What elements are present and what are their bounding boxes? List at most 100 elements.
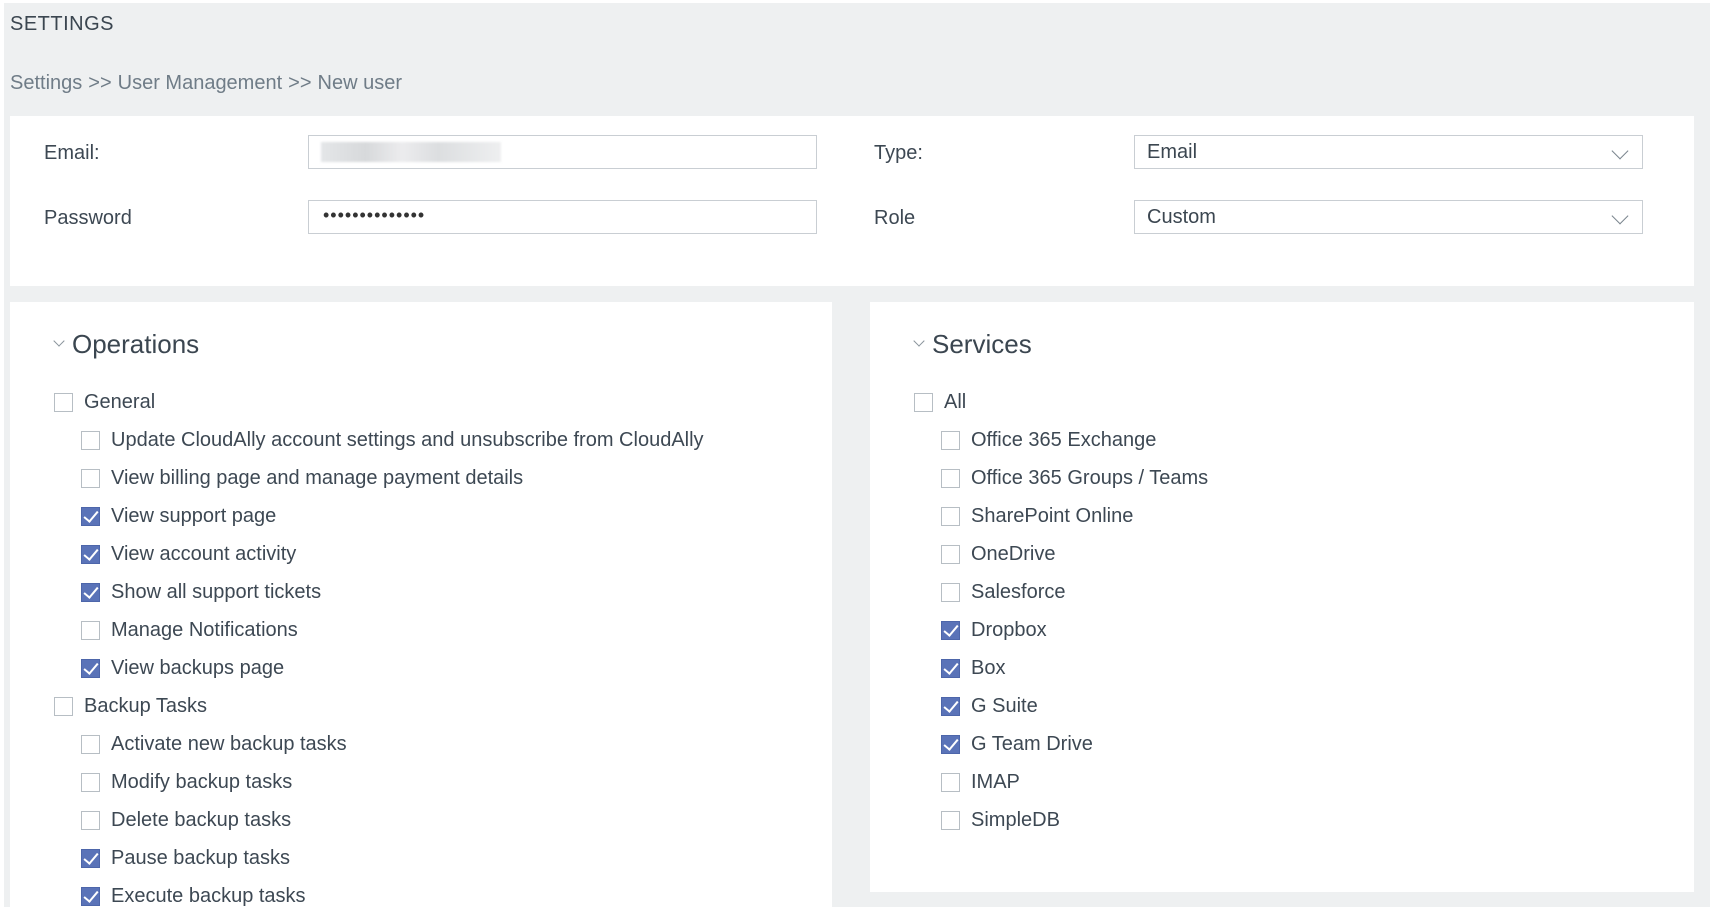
services-title: Services <box>932 329 1032 359</box>
email-label: Email: <box>44 142 100 164</box>
operations-checkbox-row[interactable]: Pause backup tasks <box>81 843 290 873</box>
checkbox[interactable] <box>81 430 100 450</box>
breadcrumb-separator: >> <box>288 72 312 94</box>
type-select[interactable]: Email <box>1134 135 1643 169</box>
checkbox[interactable] <box>941 772 960 792</box>
breadcrumb-user-management[interactable]: User Management <box>118 72 283 94</box>
services-checkbox-row[interactable]: G Suite <box>941 691 1038 721</box>
checkbox-checked[interactable] <box>941 620 960 640</box>
services-panel: Services All Office 365 Exchange Office 36… <box>870 302 1694 892</box>
checkbox[interactable] <box>941 544 960 564</box>
type-label: Type: <box>874 142 923 164</box>
breadcrumb-separator: >> <box>88 72 112 94</box>
checkbox-label: Pause backup tasks <box>111 846 290 869</box>
checkbox-label: Office 365 Groups / Teams <box>971 466 1209 489</box>
checkbox-label: IMAP <box>971 770 1020 793</box>
checkbox-label: Show all support tickets <box>111 580 322 603</box>
checkbox-checked[interactable] <box>941 696 960 716</box>
checkbox[interactable] <box>81 772 100 792</box>
checkbox-label: Salesforce <box>971 580 1066 603</box>
operations-checkbox-row[interactable]: Update CloudAlly account settings and un… <box>81 425 704 455</box>
email-value-redacted <box>321 142 501 162</box>
checkbox[interactable] <box>81 620 100 640</box>
checkbox-checked[interactable] <box>81 658 100 678</box>
services-checkbox-row[interactable]: Box <box>941 653 1005 683</box>
type-select-value: Email <box>1147 141 1198 163</box>
services-checkbox-row[interactable]: OneDrive <box>941 539 1055 569</box>
checkbox-label: General <box>84 390 156 413</box>
checkbox[interactable] <box>941 582 960 602</box>
checkbox[interactable] <box>914 392 933 412</box>
checkbox[interactable] <box>81 734 100 754</box>
checkbox-label: View backups page <box>111 656 285 679</box>
checkbox-label: Dropbox <box>971 618 1047 641</box>
checkbox[interactable] <box>81 810 100 830</box>
operations-checkbox-row[interactable]: Modify backup tasks <box>81 767 292 797</box>
checkbox-checked[interactable] <box>81 506 100 526</box>
checkbox[interactable] <box>941 810 960 830</box>
operations-checkbox-row[interactable]: View support page <box>81 501 276 531</box>
services-checkbox-row[interactable]: SimpleDB <box>941 805 1060 835</box>
checkbox-label: SharePoint Online <box>971 504 1134 527</box>
password-value: •••••••••••••• <box>323 205 426 225</box>
operations-checkbox-row[interactable]: Backup Tasks <box>54 691 207 721</box>
checkbox-checked[interactable] <box>941 658 960 678</box>
checkbox-checked[interactable] <box>941 734 960 754</box>
checkbox[interactable] <box>81 468 100 488</box>
services-section-toggle[interactable]: Services <box>913 329 1032 360</box>
password-field[interactable]: •••••••••••••• <box>308 200 817 234</box>
checkbox[interactable] <box>941 506 960 526</box>
operations-checkbox-row[interactable]: Manage Notifications <box>81 615 298 645</box>
checkbox[interactable] <box>54 696 73 716</box>
operations-checkbox-row[interactable]: Show all support tickets <box>81 577 321 607</box>
chevron-down-icon <box>1611 142 1629 160</box>
breadcrumb-settings[interactable]: Settings <box>10 72 82 94</box>
checkbox-label: Box <box>971 656 1006 679</box>
password-label: Password <box>44 207 132 229</box>
operations-section-toggle[interactable]: Operations <box>53 329 199 360</box>
operations-checkbox-row[interactable]: View account activity <box>81 539 296 569</box>
operations-checkbox-row[interactable]: Execute backup tasks <box>81 881 306 907</box>
chevron-down-icon <box>1611 207 1629 225</box>
checkbox-label: View billing page and manage payment det… <box>111 466 524 489</box>
services-checkbox-row[interactable]: IMAP <box>941 767 1020 797</box>
operations-checkbox-row[interactable]: Delete backup tasks <box>81 805 291 835</box>
checkbox-label: Activate new backup tasks <box>111 732 347 755</box>
services-checkbox-row[interactable]: All <box>914 387 966 417</box>
checkbox[interactable] <box>54 392 73 412</box>
checkbox-checked[interactable] <box>81 848 100 868</box>
checkbox[interactable] <box>941 468 960 488</box>
role-select-value: Custom <box>1147 206 1216 228</box>
services-checkbox-row[interactable]: Office 365 Exchange <box>941 425 1156 455</box>
user-form-card: Email: Password •••••••••••••• Type: Ema… <box>10 116 1694 286</box>
checkbox-label: Office 365 Exchange <box>971 428 1157 451</box>
checkbox-label: Backup Tasks <box>84 694 208 717</box>
checkbox-label: View account activity <box>111 542 297 565</box>
checkbox-checked[interactable] <box>81 544 100 564</box>
checkbox-label: Update CloudAlly account settings and un… <box>111 428 704 451</box>
breadcrumb: Settings >> User Management >> New user <box>10 72 408 95</box>
role-select[interactable]: Custom <box>1134 200 1643 234</box>
checkbox-checked[interactable] <box>81 582 100 602</box>
services-checkbox-row[interactable]: Dropbox <box>941 615 1047 645</box>
page-title: SETTINGS <box>10 13 115 35</box>
settings-page: SETTINGS Settings >> User Management >> New … <box>4 3 1710 907</box>
checkbox-label: Delete backup tasks <box>111 808 292 831</box>
chevron-down-icon <box>53 335 65 347</box>
services-checkbox-row[interactable]: Office 365 Groups / Teams <box>941 463 1208 493</box>
operations-panel: Operations General Update CloudAlly accou… <box>10 302 832 907</box>
operations-checkbox-row[interactable]: Activate new backup tasks <box>81 729 347 759</box>
chevron-down-icon <box>913 335 925 347</box>
checkbox[interactable] <box>941 430 960 450</box>
breadcrumb-new-user: New user <box>317 72 402 94</box>
operations-checkbox-row[interactable]: View backups page <box>81 653 284 683</box>
checkbox-label: View support page <box>111 504 277 527</box>
operations-checkbox-row[interactable]: View billing page and manage payment det… <box>81 463 523 493</box>
checkbox-label: Execute backup tasks <box>111 884 306 907</box>
services-checkbox-row[interactable]: SharePoint Online <box>941 501 1133 531</box>
services-checkbox-row[interactable]: Salesforce <box>941 577 1066 607</box>
checkbox-checked[interactable] <box>81 886 100 906</box>
operations-checkbox-row[interactable]: General <box>54 387 155 417</box>
email-field[interactable] <box>308 135 817 169</box>
services-checkbox-row[interactable]: G Team Drive <box>941 729 1093 759</box>
